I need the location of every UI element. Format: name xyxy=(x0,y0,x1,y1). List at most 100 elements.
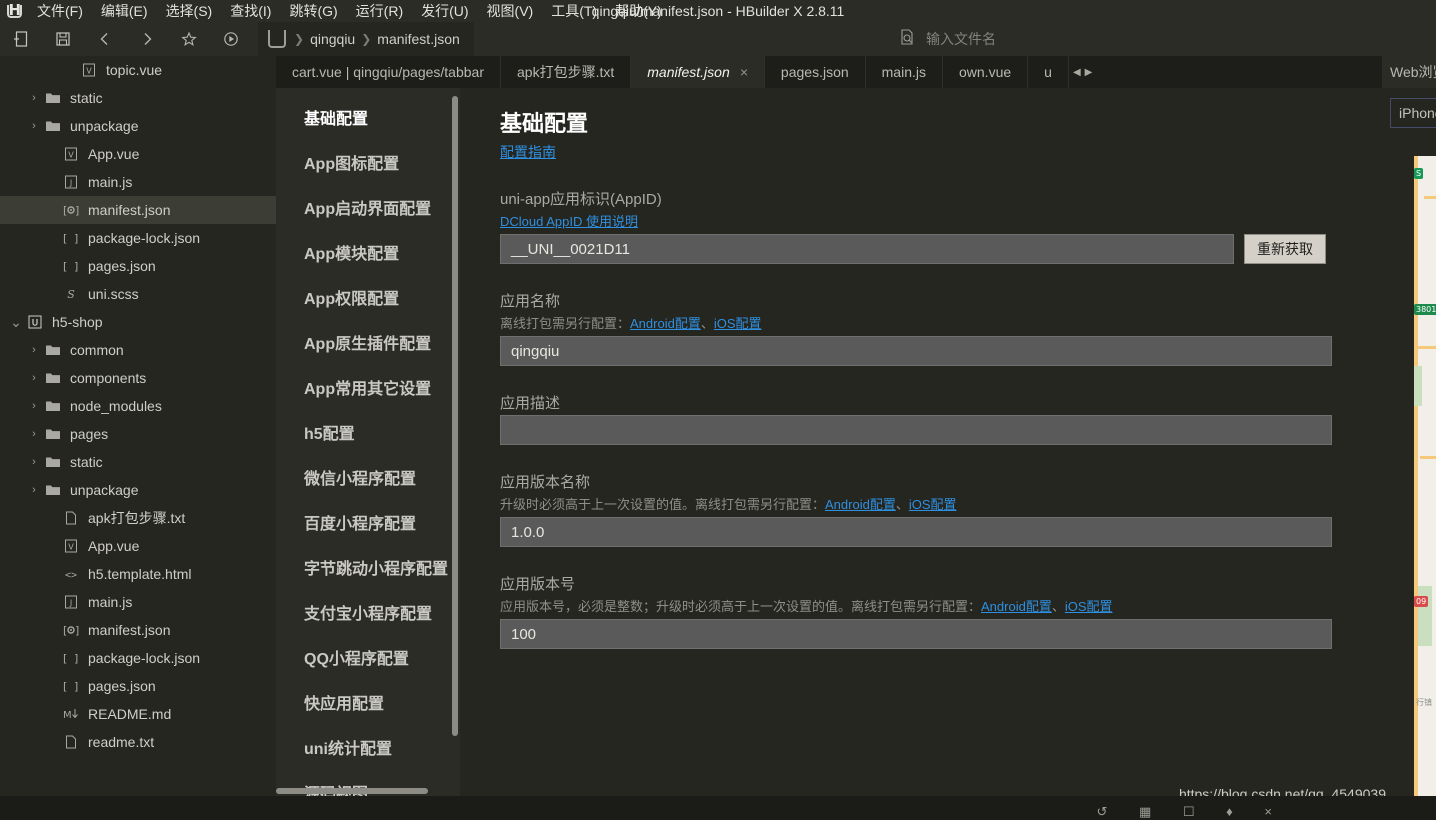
hint-link-0[interactable]: DCloud AppID 使用说明 xyxy=(500,214,638,229)
tree-item-App.vue[interactable]: V App.vue xyxy=(0,140,276,168)
chevron-right-icon[interactable]: › xyxy=(26,428,42,440)
menu-run[interactable]: 运行(R) xyxy=(347,1,412,21)
tree-item-static[interactable]: › static xyxy=(0,448,276,476)
chevron-right-icon[interactable]: › xyxy=(26,120,42,132)
hint-link-0[interactable]: Android配置 xyxy=(981,599,1052,614)
device-select[interactable]: iPhone xyxy=(1390,98,1436,128)
chevron-right-icon[interactable]: › xyxy=(26,456,42,468)
nav-item-5[interactable]: App原生插件配置 xyxy=(276,319,460,364)
tree-item-h5-shop[interactable]: ⌄ h5-shop xyxy=(0,308,276,336)
menu-goto[interactable]: 跳转(G) xyxy=(280,1,346,21)
editor-tab-cart.vueqingqiupagestabbar[interactable]: cart.vue | qingqiu/pages/tabbar xyxy=(276,56,501,88)
tree-item-pages[interactable]: › pages xyxy=(0,420,276,448)
input-2[interactable] xyxy=(500,415,1332,445)
nav-item-3[interactable]: App模块配置 xyxy=(276,229,460,274)
breadcrumb-item-file[interactable]: manifest.json xyxy=(377,31,459,47)
menu-select[interactable]: 选择(S) xyxy=(157,1,222,21)
tree-item-components[interactable]: › components xyxy=(0,364,276,392)
chevron-right-icon[interactable]: › xyxy=(26,400,42,412)
run-icon[interactable] xyxy=(210,22,252,56)
tree-item-manifest.json[interactable]: [] manifest.json xyxy=(0,196,276,224)
tree-item-topic.vue[interactable]: Vtopic.vue xyxy=(0,56,276,84)
editor-tab-main.js[interactable]: main.js xyxy=(865,56,943,88)
tab-scroll-right-icon[interactable]: ▶ xyxy=(1085,67,1093,78)
nav-item-13[interactable]: 快应用配置 xyxy=(276,679,460,724)
menu-find[interactable]: 查找(I) xyxy=(221,1,280,21)
editor-tab-manifest.json[interactable]: manifest.json × xyxy=(631,56,765,88)
save-icon[interactable] xyxy=(42,22,84,56)
tree-item-apk.txt[interactable]: apk打包步骤.txt xyxy=(0,504,276,532)
tab-scroll-left-icon[interactable]: ◀ xyxy=(1073,67,1081,78)
tree-item-manifest.json[interactable]: [] manifest.json xyxy=(0,616,276,644)
nav-item-7[interactable]: h5配置 xyxy=(276,409,460,454)
chevron-right-icon[interactable]: › xyxy=(26,92,42,104)
nav-vertical-scrollbar[interactable] xyxy=(452,96,458,736)
tree-item-unpackage[interactable]: › unpackage xyxy=(0,112,276,140)
tree-item-unpackage[interactable]: › unpackage xyxy=(0,476,276,504)
hint-link-1[interactable]: iOS配置 xyxy=(909,497,957,512)
forward-icon[interactable] xyxy=(126,22,168,56)
tree-item-package-lock.json[interactable]: [] package-lock.json xyxy=(0,644,276,672)
menu-view[interactable]: 视图(V) xyxy=(478,1,543,21)
editor-tab-own.vue[interactable]: own.vue xyxy=(943,56,1029,88)
tree-item-h5.template.html[interactable]: <> h5.template.html xyxy=(0,560,276,588)
hint-link-1[interactable]: iOS配置 xyxy=(714,316,762,331)
tree-item-App.vue[interactable]: V App.vue xyxy=(0,532,276,560)
status-bar-icons[interactable]: ↺ ▦ ☐ ♦ × xyxy=(1096,804,1286,820)
input-1[interactable]: qingqiu xyxy=(500,336,1332,366)
tree-item-README.md[interactable]: M README.md xyxy=(0,700,276,728)
tab-web-preview[interactable]: Web浏览 xyxy=(1382,56,1436,88)
tree-item-package-lock.json[interactable]: [] package-lock.json xyxy=(0,224,276,252)
refresh-appid-button[interactable]: 重新获取 xyxy=(1244,234,1326,264)
chevron-right-icon[interactable]: › xyxy=(26,344,42,356)
nav-item-12[interactable]: QQ小程序配置 xyxy=(276,634,460,679)
chevron-right-icon[interactable]: › xyxy=(26,372,42,384)
menu-help[interactable]: 帮助(Y) xyxy=(606,1,671,21)
chevron-right-icon[interactable]: › xyxy=(26,484,42,496)
config-guide-link[interactable]: 配置指南 xyxy=(500,144,556,160)
nav-item-1[interactable]: App图标配置 xyxy=(276,139,460,184)
new-file-icon[interactable] xyxy=(0,22,42,56)
nav-horizontal-scrollbar[interactable] xyxy=(276,788,428,794)
nav-item-8[interactable]: 微信小程序配置 xyxy=(276,454,460,499)
breadcrumb-item-project[interactable]: qingqiu xyxy=(310,31,355,47)
editor-tab-u[interactable]: u xyxy=(1028,56,1069,88)
tab-scroll-arrows[interactable]: ◀ ▶ xyxy=(1069,56,1096,88)
nav-item-2[interactable]: App启动界面配置 xyxy=(276,184,460,229)
close-icon[interactable]: × xyxy=(740,64,748,80)
input-4[interactable]: 100 xyxy=(500,619,1332,649)
nav-item-10[interactable]: 字节跳动小程序配置 xyxy=(276,544,460,589)
hint-link-0[interactable]: Android配置 xyxy=(825,497,896,512)
editor-tab-pages.json[interactable]: pages.json xyxy=(764,56,866,88)
input-3[interactable]: 1.0.0 xyxy=(500,517,1332,547)
editor-tab-apk.txt[interactable]: apk打包步骤.txt xyxy=(501,56,632,88)
filename-search[interactable]: 输入文件名 xyxy=(888,22,996,56)
hint-link-0[interactable]: Android配置 xyxy=(630,316,701,331)
menu-file[interactable]: 文件(F) xyxy=(28,1,92,21)
tree-item-main.js[interactable]: Jmain.js xyxy=(0,588,276,616)
hint-link-1[interactable]: iOS配置 xyxy=(1065,599,1113,614)
star-icon[interactable] xyxy=(168,22,210,56)
tree-item-common[interactable]: › common xyxy=(0,336,276,364)
nav-item-11[interactable]: 支付宝小程序配置 xyxy=(276,589,460,634)
tree-item-pages.json[interactable]: [] pages.json xyxy=(0,252,276,280)
input-0[interactable]: __UNI__0021D11 xyxy=(500,234,1234,264)
back-icon[interactable] xyxy=(84,22,126,56)
tree-item-uni.scss[interactable]: Suni.scss xyxy=(0,280,276,308)
tree-item-main.js[interactable]: Jmain.js xyxy=(0,168,276,196)
nav-item-4[interactable]: App权限配置 xyxy=(276,274,460,319)
tree-item-static[interactable]: › static xyxy=(0,84,276,112)
filename-input[interactable]: 输入文件名 xyxy=(926,29,996,49)
file-explorer[interactable]: Vtopic.vue › static › unpackage V App.vue Jma… xyxy=(0,56,276,796)
manifest-nav-list[interactable]: 基础配置 App图标配置 App启动界面配置 App模块配置 App权限配置 App原生插… xyxy=(276,88,460,796)
editor-tab-bar[interactable]: cart.vue | qingqiu/pages/tabbar apk打包步骤.t… xyxy=(276,56,1436,88)
menu-publish[interactable]: 发行(U) xyxy=(412,1,477,21)
nav-item-14[interactable]: uni统计配置 xyxy=(276,724,460,769)
nav-item-6[interactable]: App常用其它设置 xyxy=(276,364,460,409)
chevron-down-icon[interactable]: ⌄ xyxy=(8,315,24,329)
nav-item-9[interactable]: 百度小程序配置 xyxy=(276,499,460,544)
tree-item-readme.txt[interactable]: readme.txt xyxy=(0,728,276,756)
tree-item-node_modules[interactable]: › node_modules xyxy=(0,392,276,420)
menu-edit[interactable]: 编辑(E) xyxy=(92,1,157,21)
menu-tools[interactable]: 工具(T) xyxy=(542,1,606,21)
